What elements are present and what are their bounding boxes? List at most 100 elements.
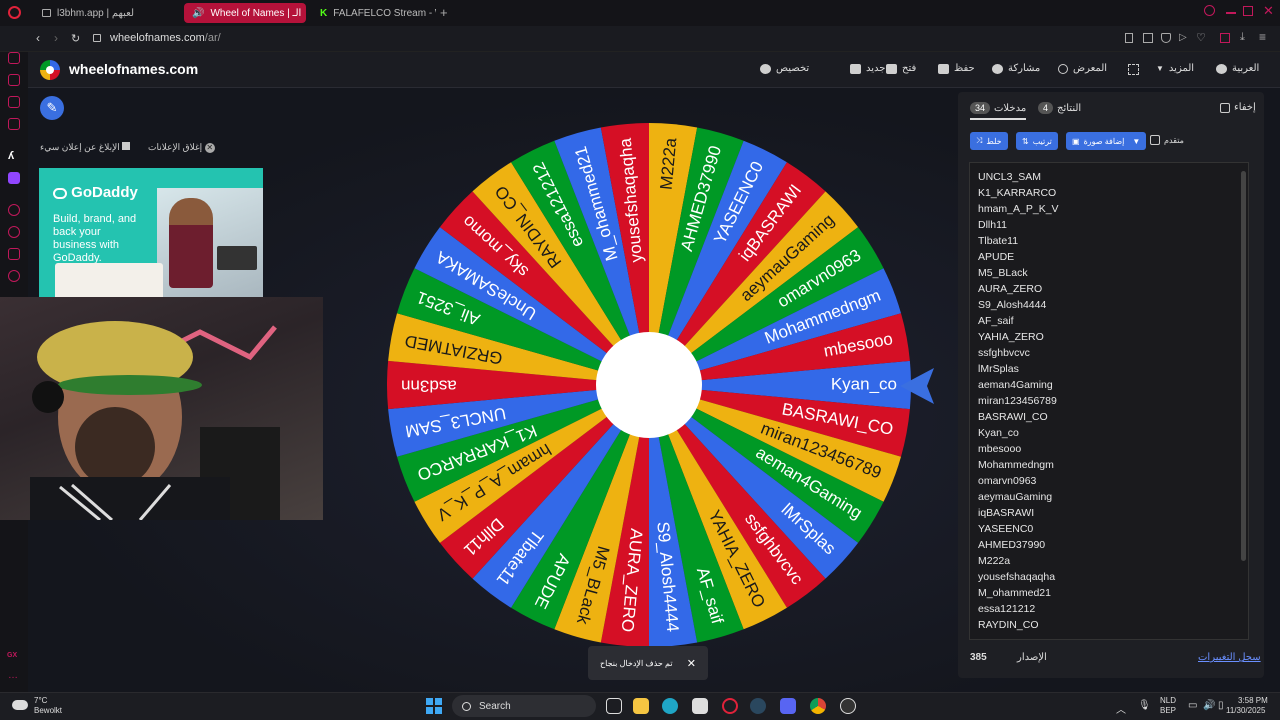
entry-row[interactable]: BASRAWI_CO [970,409,1248,425]
volume-icon[interactable]: 🔊 [1203,700,1215,711]
aria-icon[interactable] [8,52,20,64]
lang-bottom[interactable]: BEP [1160,706,1176,715]
gx-icon[interactable]: GX [7,652,17,659]
snapshot-icon[interactable] [1143,33,1153,43]
entry-row[interactable]: yousefshaqaqha [970,569,1248,585]
messenger-icon[interactable] [8,118,20,130]
steam-icon[interactable] [750,698,766,714]
menu-icon[interactable]: ≡ [1259,30,1266,44]
entry-row[interactable]: essa121212 [970,601,1248,617]
opera-gx-icon[interactable] [722,698,738,714]
browser-tab-1[interactable]: 🔊 Wheel of Names | الـ [184,3,306,23]
entries-textarea[interactable]: UNCL3_SAM K1_KARRARCO hmam_A_P_K_V Dllh11 Tl… [969,162,1249,640]
entries-scrollbar[interactable] [1241,171,1246,561]
entry-row[interactable]: Mohammedngm [970,457,1248,473]
entry-row[interactable]: miran123456789 [970,393,1248,409]
hide-checkbox[interactable] [1220,102,1230,113]
download-icon[interactable]: ⤓ [1240,31,1245,44]
entry-row[interactable]: hmam_A_P_K_V [970,201,1248,217]
opera-logo-icon[interactable] [8,6,21,19]
changelog-link[interactable]: سجل التغييرات [1198,652,1261,663]
file-explorer-icon[interactable] [633,698,649,714]
settings-icon[interactable] [8,270,20,282]
bookmark-icon[interactable] [1125,33,1133,43]
search-tabs-icon[interactable] [1204,5,1215,16]
menu-more[interactable]: ▼ المزيد [1156,63,1194,74]
shopping-icon[interactable] [8,74,20,86]
entry-row[interactable]: RAYDIN_CO [970,617,1248,633]
chevron-up-icon[interactable]: ︿ [1116,701,1126,716]
wheel-logo-icon[interactable] [40,60,60,80]
vpn-icon[interactable]: ▷ [1179,32,1187,43]
menu-new[interactable]: جديد [850,63,885,74]
entry-row[interactable]: Tlbate11 [970,233,1248,249]
menu-share[interactable]: مشاركة [992,63,1040,74]
entry-row[interactable]: UNCL3_SAM [970,169,1248,185]
entry-row[interactable]: APUDE [970,249,1248,265]
entry-row[interactable]: AHMED37990 [970,537,1248,553]
entry-row[interactable]: lMrSplas [970,361,1248,377]
menu-gallery[interactable]: المعرض [1058,63,1107,74]
menu-customize[interactable]: تخصيص [760,63,809,74]
entry-row[interactable]: aeymauGaming [970,489,1248,505]
wallet-icon[interactable] [1220,33,1230,43]
clock-date[interactable]: 11/30/2025 [1226,706,1265,715]
discord-icon[interactable] [780,698,796,714]
name-wheel[interactable]: Kyan_coBASRAWI_COmiran123456789aeman4Gam… [384,120,914,650]
entry-row[interactable]: M5_BLack [970,265,1248,281]
entry-row[interactable]: mbesooo [970,441,1248,457]
lang-top[interactable]: NLD [1160,696,1176,705]
report-ad-link[interactable]: الإبلاغ عن إعلان سيء [40,142,131,153]
menu-save[interactable]: حفظ [938,63,975,74]
tiktok-icon[interactable]: ʎ [8,150,14,162]
shield-icon[interactable] [1161,33,1171,43]
microphone-icon[interactable]: 🎙 [1138,700,1151,711]
entry-row[interactable]: S9_Alosh4444 [970,297,1248,313]
battery-icon[interactable]: ▯ [1218,700,1224,711]
entry-row[interactable]: omarvn0963 [970,473,1248,489]
network-icon[interactable]: ▭ [1188,700,1197,711]
edit-pencil-button[interactable]: ✎ [40,96,64,120]
entry-row[interactable]: AURA_ZERO [970,281,1248,297]
entry-row[interactable]: AF_saif [970,313,1248,329]
obs-icon[interactable] [840,698,856,714]
shuffle-button[interactable]: ⤨ خلط [970,132,1008,150]
hide-ads-link[interactable]: ✕ إغلاق الإعلانات [148,142,215,153]
wallet-icon[interactable] [8,96,20,108]
taskbar-search[interactable]: Search [452,695,596,717]
fullscreen-icon[interactable] [1128,64,1139,75]
menu-language[interactable]: العربية [1216,63,1259,74]
minimize-icon[interactable] [1226,12,1236,14]
player-icon[interactable] [8,204,20,216]
close-window-icon[interactable]: ✕ [1263,3,1274,19]
task-view-icon[interactable] [606,698,622,714]
wheel-center[interactable] [596,332,702,438]
entry-row[interactable]: YASEENC0 [970,521,1248,537]
site-name[interactable]: wheelofnames.com [69,61,198,77]
forward-icon[interactable]: › [54,31,58,45]
menu-open[interactable]: فتح [886,63,916,74]
entry-row[interactable]: ssfghbvcvc [970,345,1248,361]
maximize-icon[interactable] [1243,6,1253,16]
clock-time[interactable]: 3:58 PM [1238,696,1268,705]
entry-row[interactable]: M222a [970,553,1248,569]
entry-row[interactable]: iqBASRAWI [970,505,1248,521]
hide-toggle[interactable]: إخفاء [1220,102,1256,113]
more-icon[interactable]: … [8,670,18,681]
history-icon[interactable] [8,226,20,238]
tab-results[interactable]: 4 النتائج [1038,102,1081,114]
edge-icon[interactable] [662,698,678,714]
entry-row[interactable]: Kyan_co [970,425,1248,441]
url-field[interactable]: wheelofnames.com/ar/ [110,32,221,44]
tab-entries[interactable]: 34 مدخلات [970,102,1027,120]
new-tab-button[interactable]: + [440,5,448,20]
heart-icon[interactable]: ♡ [1196,31,1206,44]
windows-start-icon[interactable] [426,698,442,714]
advanced-toggle[interactable]: متقدم [1150,135,1184,145]
reload-icon[interactable]: ↻ [71,32,80,45]
advanced-checkbox[interactable] [1150,135,1160,145]
sort-button[interactable]: ⇅ ترتيب [1016,132,1058,150]
store-icon[interactable] [692,698,708,714]
godaddy-ad[interactable]: GoDaddy Build, brand, and back your busi… [39,168,263,298]
close-icon[interactable]: ✕ [687,657,696,670]
